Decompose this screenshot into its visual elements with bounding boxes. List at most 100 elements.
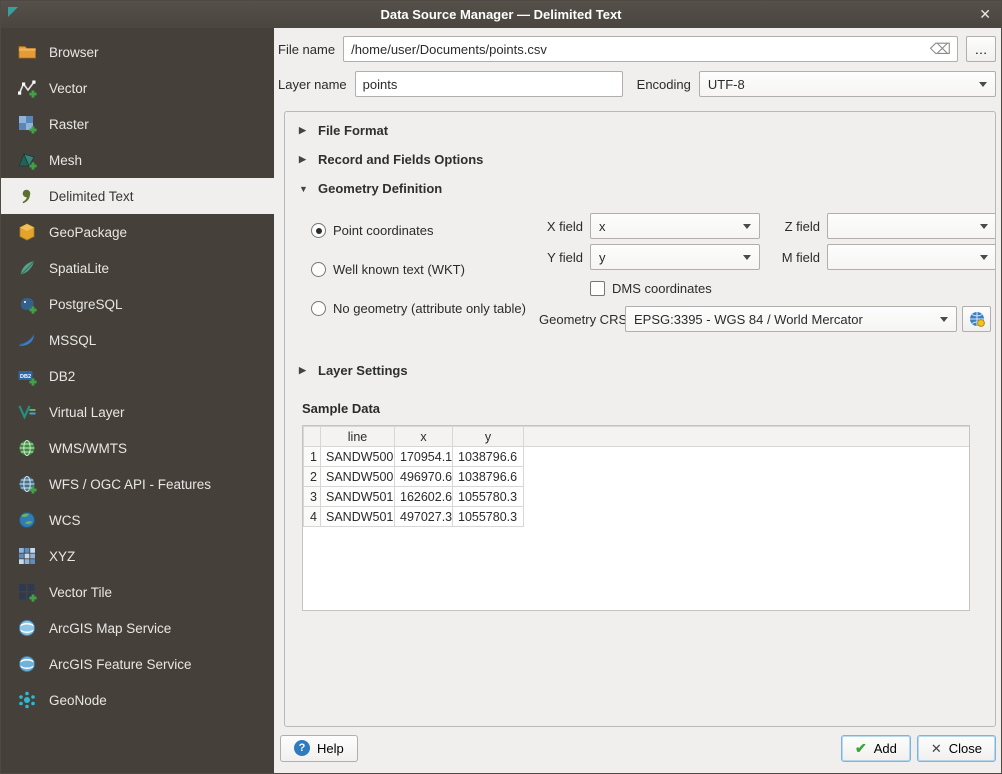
sidebar-item-label: Mesh (49, 153, 82, 168)
encoding-select[interactable]: UTF-8 (699, 71, 996, 97)
folder-icon (16, 41, 38, 63)
crs-globe-icon (968, 310, 986, 328)
sample-data-title: Sample Data (302, 401, 983, 416)
cell-y: 1055780.3 (453, 507, 524, 527)
add-button[interactable]: ✔ Add (841, 735, 911, 762)
section-geometry-definition[interactable]: ▼ Geometry Definition (297, 174, 983, 203)
window-menu-icon[interactable] (7, 6, 19, 21)
geometry-crs-label: Geometry CRS (539, 312, 619, 327)
radio-no-geometry[interactable]: No geometry (attribute only table) (311, 301, 539, 316)
chevron-down-icon (743, 224, 751, 229)
sidebar-item-delimited-text[interactable]: Delimited Text (1, 178, 274, 214)
chevron-down-icon (743, 255, 751, 260)
y-field-label: Y field (539, 250, 583, 265)
checkbox-icon (590, 281, 605, 296)
geometry-crs-select[interactable]: EPSG:3395 - WGS 84 / World Mercator (625, 306, 957, 332)
options-scroll-area: ▶ File Format ▶ Record and Fields Option… (284, 111, 996, 727)
row-number: 2 (304, 467, 321, 487)
data-source-manager-window: Data Source Manager — Delimited Text ✕ B… (0, 0, 1002, 774)
radio-button-icon (311, 223, 326, 238)
geometry-definition-body: Point coordinates Well known text (WKT) … (297, 203, 983, 356)
sidebar-item-xyz[interactable]: XYZ (1, 538, 274, 574)
sidebar-item-raster[interactable]: Raster (1, 106, 274, 142)
y-field-select[interactable]: y (590, 244, 760, 270)
column-header-filler (524, 427, 970, 447)
sidebar-item-geonode[interactable]: GeoNode (1, 682, 274, 718)
sidebar-item-wms-wmts[interactable]: WMS/WMTS (1, 430, 274, 466)
row-number: 4 (304, 507, 321, 527)
sidebar-item-label: MSSQL (49, 333, 96, 348)
column-header-x: x (395, 427, 453, 447)
sidebar-item-browser[interactable]: Browser (1, 34, 274, 70)
sidebar-item-spatialite[interactable]: SpatiaLite (1, 250, 274, 286)
dialog-button-row: ? Help ✔ Add ✕ Close (278, 727, 996, 773)
sidebar-item-label: WMS/WMTS (49, 441, 127, 456)
sidebar-item-wcs[interactable]: WCS (1, 502, 274, 538)
cell-x: 497027.3 (395, 507, 453, 527)
select-crs-button[interactable] (962, 306, 991, 332)
dms-coordinates-checkbox[interactable]: DMS coordinates (539, 275, 996, 301)
chevron-down-icon (980, 255, 988, 260)
close-x-icon: ✕ (931, 742, 942, 755)
delimited-text-icon (16, 185, 38, 207)
vector-layer-icon (16, 77, 38, 99)
sidebar-item-label: ArcGIS Map Service (49, 621, 171, 636)
sidebar-item-virtual-layer[interactable]: Virtual Layer (1, 394, 274, 430)
browse-file-button[interactable]: … (966, 36, 996, 62)
sidebar-item-geopackage[interactable]: GeoPackage (1, 214, 274, 250)
z-field-label: Z field (772, 219, 820, 234)
sidebar-item-mesh[interactable]: Mesh (1, 142, 274, 178)
radio-well-known-text[interactable]: Well known text (WKT) (311, 262, 539, 277)
z-field-select[interactable] (827, 213, 996, 239)
cell-line: SANDW500 (321, 467, 395, 487)
radio-point-coordinates[interactable]: Point coordinates (311, 223, 539, 238)
collapse-arrow-icon: ▶ (299, 154, 310, 165)
sidebar-item-label: XYZ (49, 549, 75, 564)
sidebar-item-label: Vector (49, 81, 87, 96)
file-name-input[interactable] (343, 36, 958, 62)
layer-name-label: Layer name (278, 77, 347, 92)
sidebar-item-label: WCS (49, 513, 81, 528)
sidebar-item-vector-tile[interactable]: Vector Tile (1, 574, 274, 610)
chevron-down-icon (940, 317, 948, 322)
wms-globe-icon (16, 437, 38, 459)
column-header-y: y (453, 427, 524, 447)
cell-y: 1038796.6 (453, 467, 524, 487)
chevron-down-icon (980, 224, 988, 229)
mssql-icon (16, 329, 38, 351)
column-header-line: line (321, 427, 395, 447)
table-row: 4 SANDW501 497027.3 1055780.3 (304, 507, 970, 527)
sidebar-item-postgresql[interactable]: PostgreSQL (1, 286, 274, 322)
sidebar-item-arcgis-map-service[interactable]: ArcGIS Map Service (1, 610, 274, 646)
sidebar-item-mssql[interactable]: MSSQL (1, 322, 274, 358)
wfs-globe-icon (16, 473, 38, 495)
virtual-layer-icon (16, 401, 38, 423)
cell-line: SANDW500 (321, 447, 395, 467)
layer-name-input[interactable] (355, 71, 623, 97)
sidebar-item-label: GeoNode (49, 693, 107, 708)
arcgis-map-icon (16, 617, 38, 639)
clear-text-icon[interactable]: ⌫ (930, 40, 951, 58)
cell-y: 1055780.3 (453, 487, 524, 507)
sidebar-item-db2[interactable]: DB2 DB2 (1, 358, 274, 394)
m-field-select[interactable] (827, 244, 996, 270)
source-type-sidebar: Browser Vector Raster Mesh (1, 28, 274, 773)
cell-x: 496970.6 (395, 467, 453, 487)
window-close-button[interactable]: ✕ (979, 5, 991, 23)
sidebar-item-vector[interactable]: Vector (1, 70, 274, 106)
section-file-format[interactable]: ▶ File Format (297, 116, 983, 145)
close-button[interactable]: ✕ Close (917, 735, 996, 762)
help-button[interactable]: ? Help (280, 735, 358, 762)
spatialite-icon (16, 257, 38, 279)
row-number: 1 (304, 447, 321, 467)
geonode-icon (16, 689, 38, 711)
sidebar-item-arcgis-feature-service[interactable]: ArcGIS Feature Service (1, 646, 274, 682)
cell-y: 1038796.6 (453, 447, 524, 467)
section-record-fields-options[interactable]: ▶ Record and Fields Options (297, 145, 983, 174)
sidebar-item-wfs-ogc-api-features[interactable]: WFS / OGC API - Features (1, 466, 274, 502)
table-corner (304, 427, 321, 447)
xyz-tiles-icon (16, 545, 38, 567)
section-layer-settings[interactable]: ▶ Layer Settings (297, 356, 983, 385)
cell-line: SANDW501 (321, 507, 395, 527)
x-field-select[interactable]: x (590, 213, 760, 239)
